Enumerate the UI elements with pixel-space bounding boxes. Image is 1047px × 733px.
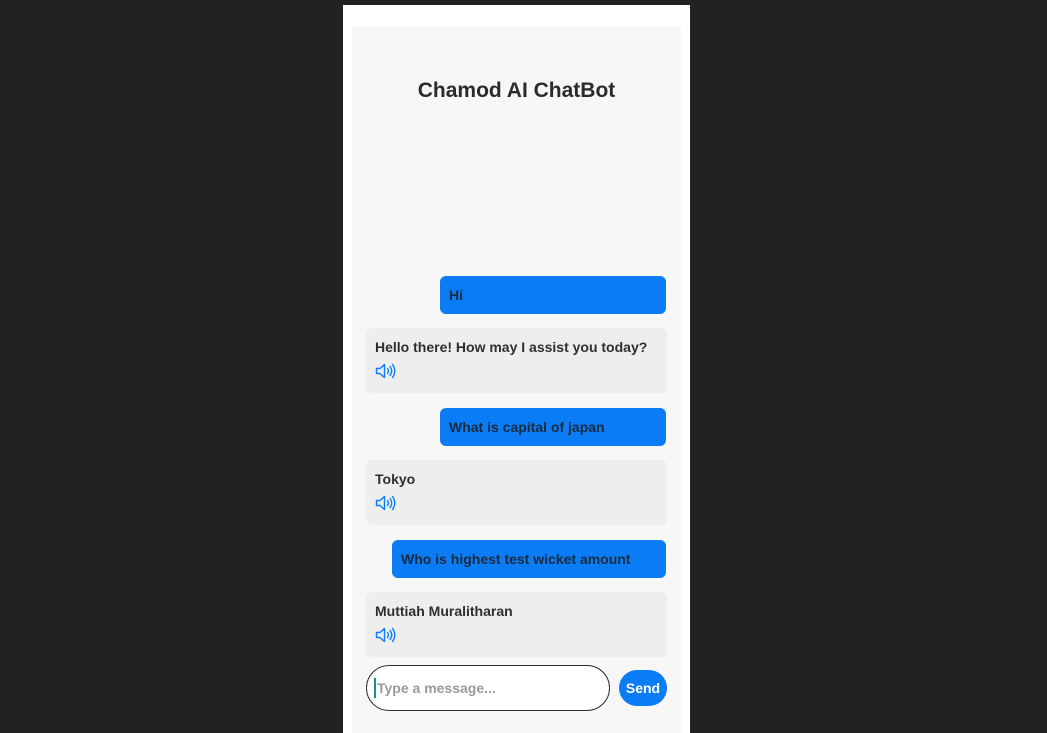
message-input-wrapper[interactable] [366, 665, 610, 711]
bot-message: Muttiah Muralitharan [366, 592, 667, 657]
bot-message-text: Tokyo [375, 471, 416, 487]
user-message-text: Hi [449, 287, 463, 303]
bot-message: Tokyo [366, 460, 667, 525]
speaker-icon[interactable] [375, 495, 397, 511]
user-message: Who is highest test wicket amount [392, 540, 666, 578]
bot-message-text: Hello there! How may I assist you today? [375, 339, 648, 355]
speaker-icon[interactable] [375, 627, 397, 643]
bot-message-text: Muttiah Muralitharan [375, 603, 513, 619]
page-title: Chamod AI ChatBot [417, 79, 616, 102]
user-message-text: What is capital of japan [449, 419, 605, 435]
user-message-text: Who is highest test wicket amount [401, 551, 631, 567]
bot-message: Hello there! How may I assist you today? [366, 328, 667, 393]
user-message: Hi [440, 276, 666, 314]
app-window: Chamod AI ChatBot Hi Hello there! How ma… [343, 5, 690, 733]
send-button[interactable]: Send [619, 670, 667, 706]
message-input[interactable] [374, 678, 599, 698]
user-message: What is capital of japan [440, 408, 666, 446]
speaker-icon[interactable] [375, 363, 397, 379]
chat-container: Chamod AI ChatBot Hi Hello there! How ma… [352, 27, 681, 733]
